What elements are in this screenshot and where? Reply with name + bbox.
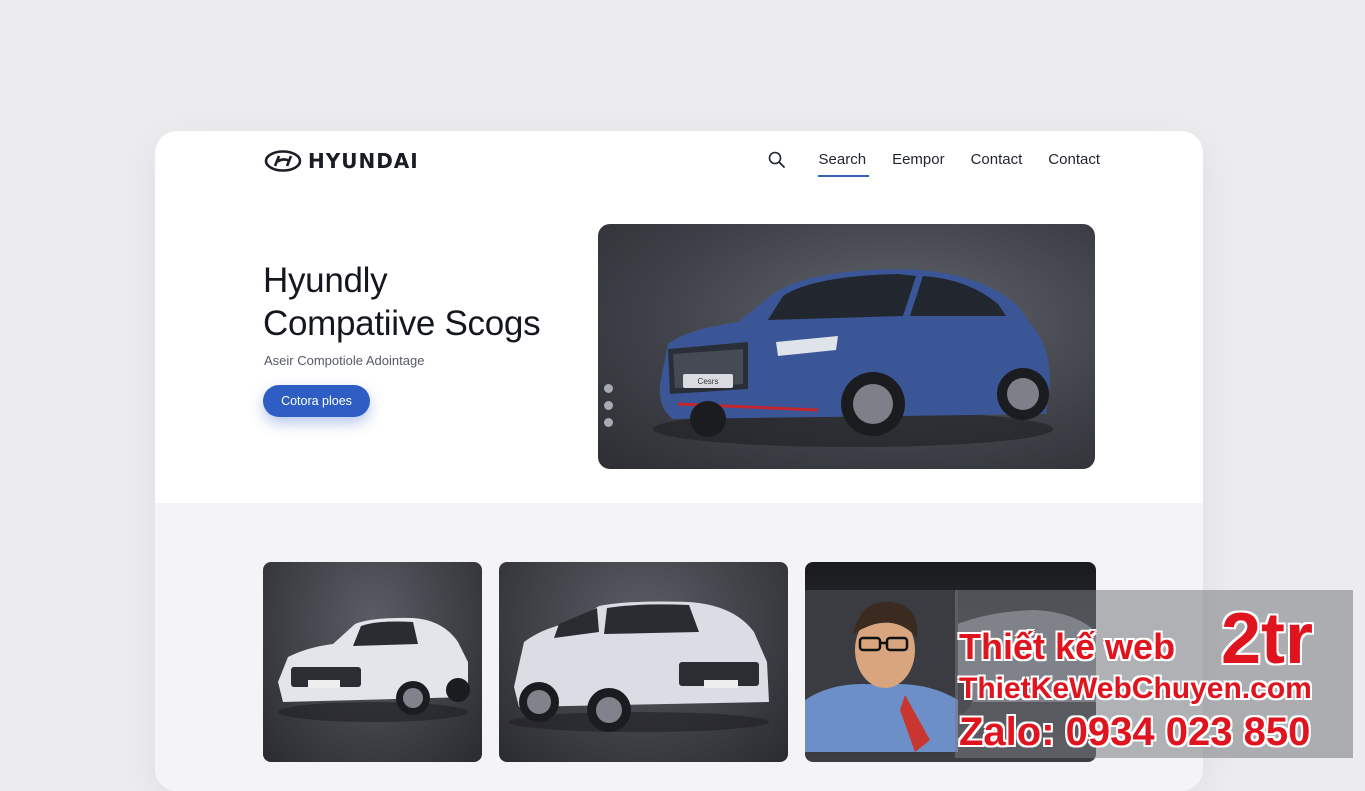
watermark-promo: Thiết kế web 2tr ThietKeWebChuyen.com Za… xyxy=(955,590,1353,758)
slider-dot[interactable] xyxy=(604,401,613,410)
slider-dot[interactable] xyxy=(604,384,613,393)
promo-line-1: Thiết kế web 2tr xyxy=(959,599,1313,679)
gallery-card-2[interactable] xyxy=(499,562,788,762)
nav-item-contact[interactable]: Contact xyxy=(971,151,1023,176)
promo-price: 2tr xyxy=(1221,599,1314,679)
search-icon[interactable] xyxy=(767,150,787,170)
hero-cta-button[interactable]: Cotora ploes xyxy=(263,385,370,417)
brand-name: HYUNDAI xyxy=(308,149,419,173)
hero-title: Hyundly Compatiive Scogs xyxy=(263,259,541,345)
promo-phone: Zalo: 0934 023 850 xyxy=(959,710,1311,754)
sedan-car-illustration xyxy=(278,617,470,722)
slider-dot[interactable] xyxy=(604,418,613,427)
hyundai-logo-icon xyxy=(264,150,302,172)
hero-car-image: Cesrs xyxy=(598,224,1095,469)
suv-car-illustration xyxy=(509,601,769,732)
nav-item-search[interactable]: Search xyxy=(817,151,869,177)
brand-logo[interactable]: HYUNDAI xyxy=(264,149,419,173)
watermark-person-photo xyxy=(805,590,958,752)
gallery-card-1[interactable] xyxy=(263,562,482,762)
promo-website: ThietKeWebChuyen.com xyxy=(959,672,1312,705)
hero-title-line2: Compatiive Scogs xyxy=(263,304,541,343)
top-nav: Search Eempor Contact Contact xyxy=(767,150,1100,177)
nav-item-contact-2[interactable]: Contact xyxy=(1048,151,1100,176)
hero-car-illustration: Cesrs xyxy=(653,269,1053,447)
nav-item-eempor[interactable]: Eempor xyxy=(892,151,945,176)
hero-title-line1: Hyundly xyxy=(263,261,388,300)
slider-dots xyxy=(604,384,613,427)
hero-car-badge: Cesrs xyxy=(698,377,719,386)
promo-line-1-text: Thiết kế web xyxy=(959,626,1176,667)
hero-subtitle: Aseir Compotiole Adointage xyxy=(264,353,425,368)
